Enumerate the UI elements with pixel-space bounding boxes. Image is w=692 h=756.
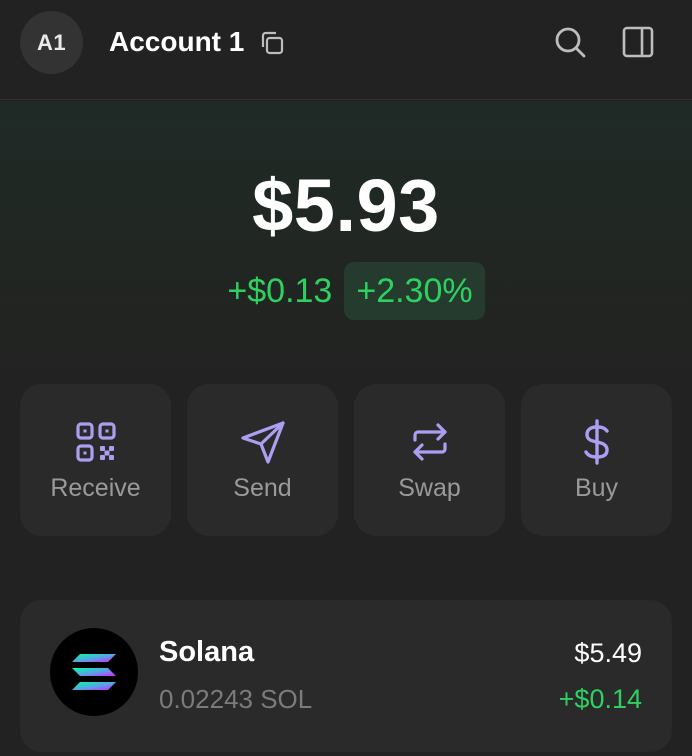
dollar-icon	[583, 419, 609, 465]
buy-label: Buy	[574, 474, 619, 502]
token-amount: 0.02243 SOL	[159, 684, 313, 714]
wallet-app: A1 Account 1 $5.93 +$0.13 +2.30% Receive…	[0, 0, 692, 756]
solana-logo-mark	[72, 654, 116, 690]
account-avatar[interactable]: A1	[20, 11, 83, 74]
swap-button[interactable]: Swap	[354, 384, 505, 536]
token-value: $5.49	[574, 638, 642, 668]
swap-arrows-icon	[412, 423, 447, 461]
receive-label: Receive	[50, 474, 141, 502]
token-name: Solana	[159, 636, 255, 668]
send-label: Send	[233, 474, 292, 502]
header: A1 Account 1	[0, 0, 692, 100]
total-balance: $5.93	[252, 164, 440, 247]
search-icon[interactable]	[552, 24, 588, 60]
receive-button[interactable]: Receive	[20, 384, 171, 536]
paper-plane-icon	[240, 421, 285, 464]
solana-logo	[50, 628, 138, 716]
balance-change-row: +$0.13 +2.30%	[0, 262, 692, 320]
token-row-solana[interactable]: Solana 0.02243 SOL $5.49 +$0.14	[20, 600, 672, 752]
send-button[interactable]: Send	[187, 384, 338, 536]
copy-icon[interactable]	[257, 28, 287, 58]
buy-button[interactable]: Buy	[521, 384, 672, 536]
avatar-initials: A1	[36, 29, 67, 55]
account-name[interactable]: Account 1	[109, 26, 244, 58]
action-buttons: Receive Send Swap Buy	[20, 384, 672, 536]
swap-label: Swap	[398, 474, 461, 502]
balance-change-amount: +$0.13	[227, 271, 333, 310]
qr-code-icon	[75, 422, 116, 462]
token-change: +$0.14	[558, 684, 642, 714]
sidebar-panel-icon[interactable]	[620, 24, 656, 60]
balance-change-percent-badge: +2.30%	[344, 262, 485, 320]
